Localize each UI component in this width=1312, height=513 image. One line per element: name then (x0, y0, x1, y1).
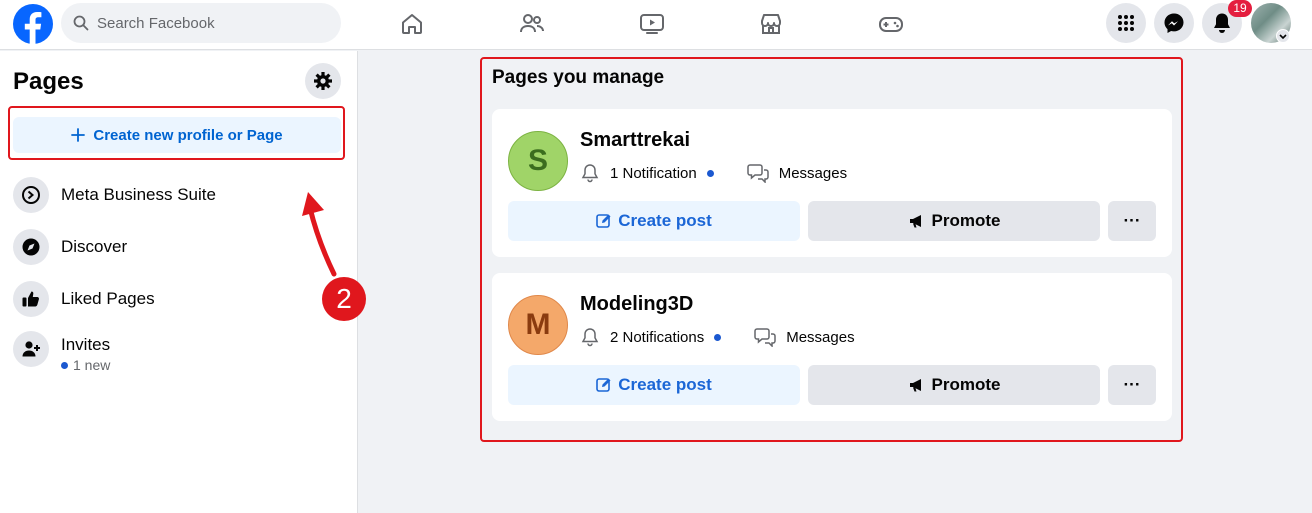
page-meta: 1 Notification Messages (580, 163, 847, 183)
unread-dot (714, 333, 722, 341)
invites-subtext: 1 new (61, 357, 110, 373)
search-bar[interactable] (61, 3, 341, 43)
invites-new-count: 1 new (73, 357, 111, 373)
game-controller-icon (878, 12, 904, 36)
bell-icon (1212, 12, 1232, 34)
sidebar-item-label: Discover (61, 237, 128, 256)
messenger-button[interactable] (1154, 3, 1194, 43)
promote-button[interactable]: Promote (808, 201, 1100, 241)
unread-dot (61, 361, 68, 369)
search-input[interactable] (97, 14, 317, 32)
sidebar-item-label: Invites (61, 335, 111, 354)
megaphone-icon (908, 213, 926, 229)
messages-label: Messages (786, 328, 855, 346)
page-name[interactable]: Smarttrekai (580, 129, 690, 152)
highlight-box-create-button (8, 106, 345, 160)
home-icon (400, 12, 424, 36)
pages-you-manage-title: Pages you manage (492, 67, 665, 88)
notification-count-badge: 19 (1228, 0, 1252, 17)
messages-link[interactable]: Messages (754, 327, 855, 347)
notifications-link[interactable]: 1 Notification (580, 163, 719, 183)
page-avatar[interactable]: M (508, 295, 568, 355)
sidebar-item-meta-business-suite[interactable]: Meta Business Suite (13, 173, 333, 217)
messages-link[interactable]: Messages (746, 163, 848, 183)
step-number-badge: 2 (322, 277, 366, 321)
sidebar-item-label: Liked Pages (61, 289, 155, 308)
sidebar-item-label: Meta Business Suite (61, 185, 216, 204)
search-icon (73, 15, 89, 31)
promote-button[interactable]: Promote (808, 365, 1100, 405)
page-card-modeling3d: M Modeling3D 2 Notifications Messages Cr… (492, 273, 1172, 421)
notifications-count-label: 2 Notifications (610, 328, 705, 346)
unread-dot (706, 169, 714, 177)
chat-bubbles-icon (754, 327, 776, 347)
promote-label: Promote (931, 375, 1001, 394)
megaphone-icon (908, 377, 926, 393)
page-avatar[interactable]: S (508, 131, 568, 191)
create-post-button[interactable]: Create post (508, 201, 800, 241)
friends-icon (519, 12, 545, 36)
video-play-icon (639, 12, 665, 36)
edit-icon (596, 213, 612, 229)
meta-business-suite-icon (13, 177, 49, 213)
account-menu-chevron-icon[interactable] (1276, 29, 1290, 43)
create-post-label: Create post (618, 375, 712, 394)
edit-icon (596, 377, 612, 393)
marketplace-tab[interactable] (751, 6, 791, 42)
create-post-button[interactable]: Create post (508, 365, 800, 405)
add-person-icon (13, 331, 49, 367)
compass-icon (13, 229, 49, 265)
notifications-link[interactable]: 2 Notifications (580, 327, 726, 347)
messages-label: Messages (778, 164, 848, 182)
annotation-arrow-icon (302, 192, 337, 277)
friends-tab[interactable] (512, 6, 552, 42)
menu-button[interactable] (1106, 3, 1146, 43)
more-options-button[interactable]: ··· (1108, 201, 1156, 241)
create-post-label: Create post (618, 211, 712, 230)
watch-tab[interactable] (632, 6, 672, 42)
thumbs-up-icon (13, 281, 49, 317)
storefront-icon (759, 12, 783, 36)
notifications-count-label: 1 Notification (610, 164, 697, 182)
page-card-smarttrekai: S Smarttrekai 1 Notification Messages Cr… (492, 109, 1172, 257)
top-navigation-bar: 19 (0, 0, 1312, 50)
chat-bubbles-icon (746, 163, 769, 183)
gear-icon (313, 71, 333, 91)
sidebar-item-discover[interactable]: Discover (13, 225, 333, 269)
promote-label: Promote (931, 211, 1001, 230)
gaming-tab[interactable] (871, 6, 911, 42)
messenger-icon (1163, 12, 1185, 34)
sidebar-title: Pages (13, 68, 84, 95)
settings-button[interactable] (305, 63, 341, 99)
page-name[interactable]: Modeling3D (580, 293, 693, 316)
home-tab[interactable] (392, 6, 432, 42)
more-options-button[interactable]: ··· (1108, 365, 1156, 405)
grid-menu-icon (1116, 13, 1136, 33)
sidebar-item-liked-pages[interactable]: Liked Pages (13, 277, 333, 321)
facebook-logo-icon[interactable] (13, 4, 53, 44)
page-meta: 2 Notifications Messages (580, 327, 855, 347)
bell-outline-icon (580, 327, 600, 347)
bell-outline-icon (580, 163, 600, 183)
